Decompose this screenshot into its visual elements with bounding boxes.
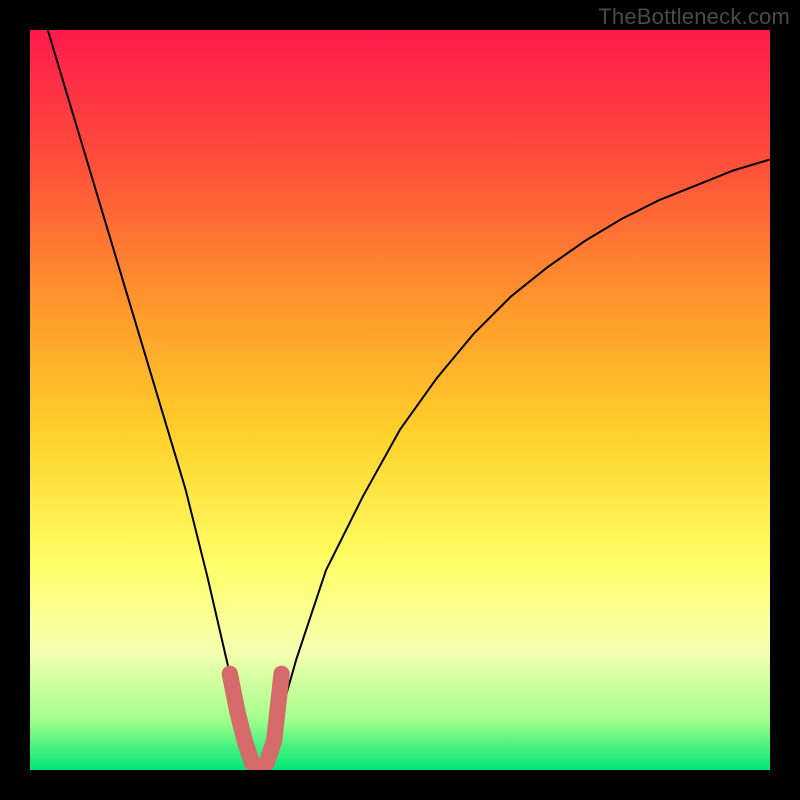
chart-frame: TheBottleneck.com (0, 0, 800, 800)
plot-area (30, 30, 770, 770)
gradient-background (30, 30, 770, 770)
bottleneck-chart (30, 30, 770, 770)
watermark-text: TheBottleneck.com (598, 4, 790, 30)
